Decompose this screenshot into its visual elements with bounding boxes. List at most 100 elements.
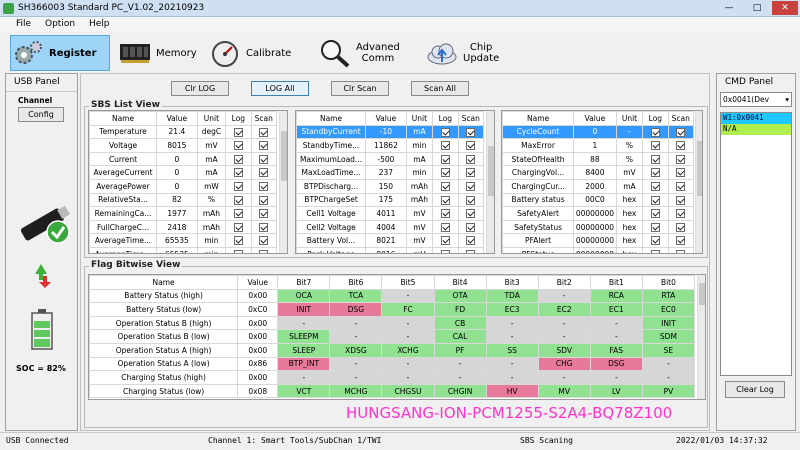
log-checkbox[interactable] [650, 182, 660, 192]
tool-chip-update[interactable]: Chip Update [425, 35, 505, 71]
table-row[interactable]: StandbyTime... 11862 min [296, 138, 485, 153]
log-checkbox[interactable] [650, 236, 660, 246]
column-header[interactable]: Unit [615, 111, 644, 126]
column-header[interactable]: Unit [196, 111, 227, 126]
cmd-log-item[interactable]: W1:0x0041 [721, 113, 791, 124]
scan-checkbox[interactable] [466, 249, 476, 253]
scan-checkbox[interactable] [466, 168, 476, 178]
sbs-table-1[interactable]: Name Value Unit Log Scan Temperature 21.4 degC V… [88, 110, 288, 254]
table-row[interactable]: StandbyCurrent -10 mA [296, 124, 485, 140]
column-header[interactable]: Bit0 [641, 275, 696, 290]
sbs-table-3[interactable]: Name Value Unit Log Scan CycleCount 0- MaxError… [501, 110, 703, 254]
scan-checkbox[interactable] [676, 249, 686, 253]
log-checkbox[interactable] [440, 154, 450, 164]
scan-checkbox[interactable] [259, 236, 269, 246]
minimize-button[interactable]: — [716, 1, 742, 15]
scan-checkbox[interactable] [466, 182, 476, 192]
column-header[interactable]: Name [89, 111, 158, 126]
scan-checkbox[interactable] [259, 141, 269, 151]
scan-all-button[interactable]: Scan All [411, 81, 469, 96]
scan-checkbox[interactable] [259, 168, 269, 178]
table-row[interactable]: Operation Status B (low) 0x00 SLEEPM - - CAL -… [89, 329, 696, 344]
scan-checkbox[interactable] [676, 209, 686, 219]
cmd-log-item[interactable]: N/A [721, 124, 791, 135]
log-checkbox[interactable] [440, 168, 450, 178]
table-row[interactable]: Operation Status B (high) 0x00- - - CB - - - INI… [89, 315, 696, 331]
menu-option[interactable]: Option [45, 19, 75, 29]
log-checkbox[interactable] [233, 141, 243, 151]
scan-checkbox[interactable] [259, 182, 269, 192]
log-checkbox[interactable] [650, 154, 660, 164]
log-checkbox[interactable] [650, 127, 660, 137]
table-row[interactable]: ChargingCur... 2000 mA [502, 178, 695, 194]
tool-register[interactable]: Register [10, 35, 110, 71]
table-row[interactable]: RemainingCa... 1977 mAh [89, 206, 278, 221]
table-row[interactable]: ChargingVol... 8400 mV [502, 165, 695, 180]
log-all-button[interactable]: LOG All [251, 81, 309, 96]
log-checkbox[interactable] [440, 249, 450, 253]
column-header[interactable]: Value [237, 275, 279, 290]
column-header[interactable]: Name [296, 111, 367, 126]
maximize-button[interactable]: □ [744, 1, 770, 15]
scan-checkbox[interactable] [259, 127, 269, 137]
table-row[interactable]: Battery Status (low) 0xC0 INIT DSG FC FD EC3 EC… [89, 302, 696, 317]
tool-calibrate[interactable]: Calibrate [208, 35, 308, 71]
scan-checkbox[interactable] [466, 209, 476, 219]
log-checkbox[interactable] [650, 168, 660, 178]
close-button[interactable]: ✕ [772, 1, 798, 15]
table-row[interactable]: Current 0 mA [89, 151, 278, 167]
log-checkbox[interactable] [233, 195, 243, 205]
log-checkbox[interactable] [440, 182, 450, 192]
log-checkbox[interactable] [650, 209, 660, 219]
column-header[interactable]: Unit [405, 111, 434, 126]
scan-checkbox[interactable] [259, 209, 269, 219]
log-checkbox[interactable] [233, 168, 243, 178]
column-header[interactable]: Scan [250, 111, 278, 126]
table-row[interactable]: Voltage 8015 mV [89, 138, 278, 153]
column-header[interactable]: Scan [667, 111, 695, 126]
table-row[interactable]: MaxError 1% [502, 138, 695, 153]
log-checkbox[interactable] [233, 182, 243, 192]
table-row[interactable]: SafetyAlert 00000000 hex [502, 206, 695, 221]
table-row[interactable]: Operation Status A (high) 0x00 SLEEP XDSG XC… [89, 342, 696, 358]
table-row[interactable]: AverageTime...65535min [89, 246, 278, 253]
device-select[interactable]: 0x0041(Dev ▾ [720, 92, 792, 107]
scan-checkbox[interactable] [259, 222, 269, 232]
scan-checkbox[interactable] [676, 195, 686, 205]
table-row[interactable]: SafetyStatus 00000000 hex [502, 219, 695, 235]
cmd-log-list[interactable]: W1:0x0041 N/A [720, 112, 792, 376]
log-checkbox[interactable] [650, 195, 660, 205]
column-header[interactable]: Name [89, 275, 239, 290]
table-row[interactable]: CycleCount 0- [502, 124, 695, 140]
scan-checkbox[interactable] [676, 222, 686, 232]
table-row[interactable]: FullChargeC... 2418 mAh [89, 219, 278, 235]
table-row[interactable]: Battery Status (high) 0x00 OCA TCA - OTA TDA - R… [89, 288, 696, 304]
table-row[interactable]: AverageCurrent 0 mA [89, 165, 278, 180]
clear-log-button[interactable]: Clear Log [725, 381, 785, 398]
table-row[interactable]: Operation Status A (low) 0x86 BTP_INT - - - - C… [89, 356, 696, 372]
column-header[interactable]: Log [225, 111, 252, 126]
table-row[interactable]: Temperature 21.4 degC [89, 124, 278, 140]
clr-log-button[interactable]: Clr LOG [171, 81, 229, 96]
log-checkbox[interactable] [650, 222, 660, 232]
scan-checkbox[interactable] [466, 141, 476, 151]
column-header[interactable]: Bit4 [433, 275, 487, 290]
column-header[interactable]: Value [365, 111, 407, 126]
scan-checkbox[interactable] [676, 236, 686, 246]
table-row[interactable]: Battery Vol... 8021 mV [296, 233, 485, 248]
scan-checkbox[interactable] [259, 195, 269, 205]
scan-checkbox[interactable] [466, 195, 476, 205]
table-row[interactable]: BTPDischarg... 150 mAh [296, 178, 485, 194]
column-header[interactable]: Bit3 [485, 275, 539, 290]
menu-file[interactable]: File [16, 19, 31, 29]
scan-checkbox[interactable] [259, 154, 269, 164]
scan-checkbox[interactable] [466, 154, 476, 164]
table-row[interactable]: MaximumLoad... -500 mA [296, 151, 485, 167]
log-checkbox[interactable] [440, 209, 450, 219]
tool-memory[interactable]: Memory [118, 35, 200, 71]
column-header[interactable]: Log [642, 111, 669, 126]
table-row[interactable]: Cell1 Voltage 4011 mV [296, 206, 485, 221]
column-header[interactable]: Bit7 [277, 275, 331, 290]
column-header[interactable]: Bit6 [329, 275, 383, 290]
column-header[interactable]: Value [573, 111, 617, 126]
